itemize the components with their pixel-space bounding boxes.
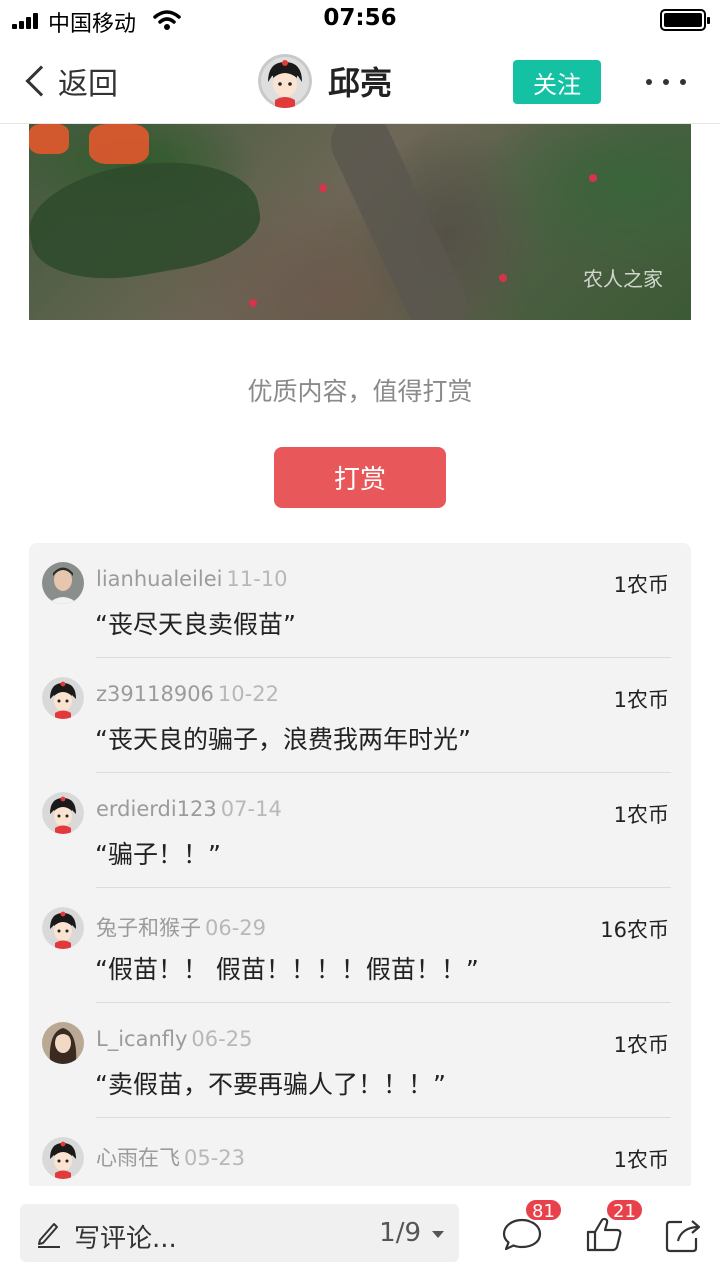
reward-slogan: 优质内容，值得打赏 (247, 377, 473, 406)
reward-amount: 1农币 (613, 1033, 669, 1057)
list-item[interactable]: erdierdi123 07-14 “骗子！！” 1农币 (29, 773, 691, 888)
comment-username: z39118906 10-22 (96, 682, 279, 706)
nav-bar: 返回 邱亮 关注 (0, 40, 720, 124)
reward-button[interactable]: 打赏 (274, 447, 446, 508)
list-item[interactable]: lianhualeilei 11-10 “丧尽天良卖假苗” 1农币 (29, 543, 691, 658)
avatar[interactable] (42, 792, 84, 834)
battery-icon (660, 9, 710, 31)
comment-username: L_icanfly 06-25 (96, 1027, 253, 1051)
reward-amount: 16农币 (600, 918, 669, 942)
share-icon[interactable] (662, 1212, 706, 1256)
pen-icon (38, 1223, 60, 1248)
comment-username: erdierdi123 07-14 (96, 797, 282, 821)
avatar[interactable] (42, 907, 84, 949)
comment-username: 兔子和猴子 06-29 (96, 916, 267, 940)
list-item[interactable]: L_icanfly 06-25 “卖假苗，不要再骗人了！！！” 1农币 (29, 1003, 691, 1118)
comment-placeholder: 写评论... (74, 1224, 177, 1254)
article-reward-page: 中国移动 07:56 返回 邱亮 关注 农人之家 优质内容，值得打赏 打赏 li… (0, 0, 720, 1280)
comment-date: 07-14 (220, 797, 282, 821)
like-count-badge: 21 (605, 1198, 644, 1222)
reward-amount: 1农币 (613, 688, 669, 712)
comment-date: 06-25 (191, 1027, 253, 1051)
article-photo: 农人之家 (29, 124, 691, 320)
comment-count-badge: 81 (524, 1198, 563, 1222)
reward-amount: 1农币 (613, 1148, 669, 1172)
comment-text: “假苗！！ 假苗！！！！假苗！！” (95, 955, 479, 984)
reward-amount: 1农币 (613, 803, 669, 827)
reward-comment-list: lianhualeilei 11-10 “丧尽天良卖假苗” 1农币 z391189… (29, 543, 691, 1203)
avatar[interactable] (42, 1137, 84, 1179)
comment-text: “丧天良的骗子，浪费我两年时光” (95, 725, 471, 754)
comment-date: 11-10 (226, 567, 288, 591)
comment-date: 06-29 (205, 916, 267, 940)
avatar[interactable] (42, 677, 84, 719)
bottom-toolbar: 写评论... 1/9 81 21 (0, 1186, 720, 1280)
comment-text: “丧尽天良卖假苗” (95, 610, 296, 639)
chevron-left-icon (25, 65, 57, 97)
avatar[interactable] (42, 1022, 84, 1064)
list-item[interactable]: z39118906 10-22 “丧天良的骗子，浪费我两年时光” 1农币 (29, 658, 691, 773)
avatar[interactable] (42, 562, 84, 604)
comment-text: “卖假苗，不要再骗人了！！！” (95, 1070, 446, 1099)
photo-watermark: 农人之家 (583, 267, 663, 291)
reward-amount: 1农币 (613, 573, 669, 597)
comment-input[interactable]: 写评论... 1/9 (20, 1204, 459, 1262)
comment-username: lianhualeilei 11-10 (96, 567, 288, 591)
comment-username: 心雨在飞 05-23 (96, 1146, 246, 1170)
follow-button[interactable]: 关注 (513, 60, 601, 104)
comment-date: 10-22 (217, 682, 279, 706)
author-name: 邱亮 (328, 64, 393, 102)
comment-text: “骗子！！” (95, 840, 221, 869)
back-button[interactable]: 返回 (20, 58, 118, 104)
back-label: 返回 (58, 67, 118, 102)
page-indicator[interactable]: 1/9 (379, 1218, 421, 1248)
comment-date: 05-23 (184, 1146, 246, 1170)
chevron-down-icon[interactable] (432, 1231, 444, 1238)
status-time: 07:56 (323, 5, 397, 31)
author-avatar[interactable] (258, 54, 312, 108)
more-options-icon[interactable] (646, 70, 686, 94)
list-item[interactable]: 兔子和猴子 06-29 “假苗！！ 假苗！！！！假苗！！” 16农币 (29, 888, 691, 1003)
status-bar: 中国移动 07:56 (0, 0, 720, 40)
